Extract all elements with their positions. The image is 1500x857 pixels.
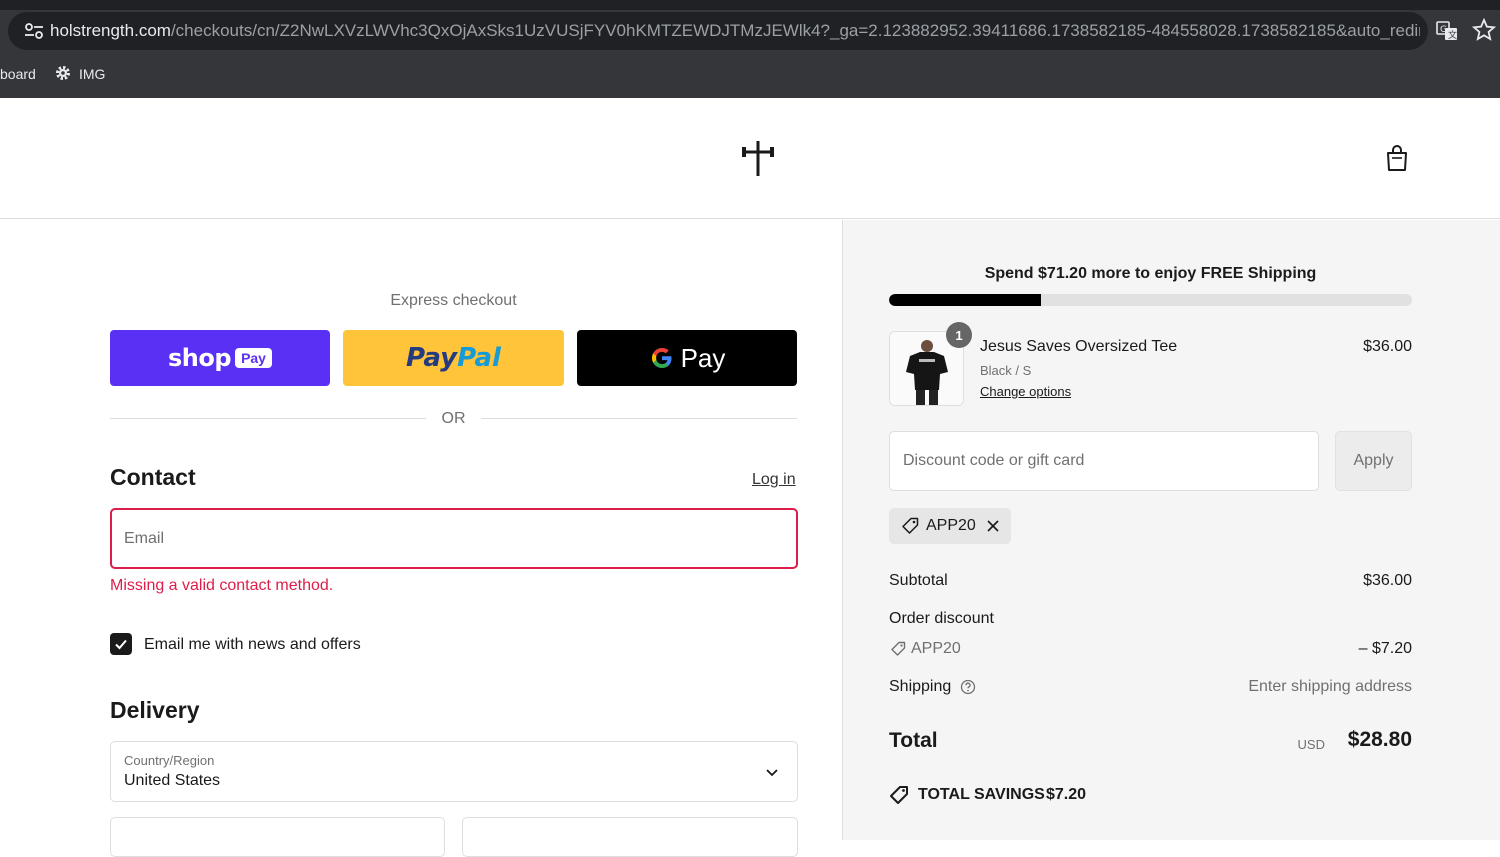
shop-pay-pill: Pay (235, 348, 272, 368)
email-error-message: Missing a valid contact method. (110, 577, 334, 594)
total-savings-value: $7.20 (1046, 786, 1087, 803)
product-variant: Black / S (980, 363, 1032, 378)
country-value: United States (124, 772, 221, 789)
quantity-badge: 1 (946, 322, 972, 348)
browser-chrome: holstrength.com/checkouts/cn/Z2NwLXVzLWV… (0, 0, 1500, 98)
address-bar[interactable]: holstrength.com/checkouts/cn/Z2NwLXVzLWV… (8, 12, 1428, 50)
discount-code-input[interactable] (889, 431, 1319, 491)
shipping-value: Enter shipping address (1248, 678, 1412, 695)
contact-heading: Contact (110, 464, 196, 490)
url-path: /checkouts/cn/Z2NwLXVzLWVhc3QxOjAxSks1Uz… (170, 21, 1420, 40)
order-summary: Spend $71.20 more to enjoy FREE Shipping… (842, 220, 1500, 840)
bookmark-board[interactable]: board (0, 66, 36, 82)
express-checkout-title: Express checkout (390, 292, 517, 309)
svg-text:文: 文 (1448, 29, 1457, 41)
last-name-field[interactable] (462, 817, 798, 857)
subtotal-value: $36.00 (1363, 572, 1412, 589)
applied-discount-chip: APP20 (889, 508, 1011, 544)
translate-icon[interactable]: G 文 (1436, 20, 1458, 42)
country-label: Country/Region (124, 753, 215, 768)
product-name: Jesus Saves Oversized Tee (980, 338, 1178, 355)
bookmarks-bar: board IMG (0, 60, 1500, 90)
free-shipping-progress-fill (889, 294, 1041, 306)
or-divider: OR (110, 408, 797, 430)
chevron-down-icon (766, 769, 778, 777)
total-savings-label: TOTAL SAVINGS (918, 786, 1045, 803)
tab-strip (0, 0, 1500, 10)
google-pay-wordmark: Pay (680, 342, 726, 373)
total-currency: USD (1297, 737, 1325, 752)
google-g-icon (651, 348, 672, 368)
subtotal-label: Subtotal (889, 572, 948, 589)
shop-pay-button[interactable]: shop Pay (110, 330, 330, 386)
url-host: holstrength.com (50, 21, 171, 40)
savings-tag-icon (890, 786, 908, 804)
free-shipping-progress (889, 294, 1412, 306)
applied-code-label: APP20 (926, 517, 976, 534)
remove-discount-icon[interactable] (985, 518, 1001, 534)
login-link[interactable]: Log in (752, 471, 796, 489)
apply-discount-button[interactable]: Apply (1335, 431, 1412, 491)
bookmark-img[interactable]: IMG (79, 66, 105, 82)
paypal-button[interactable]: PayPal (343, 330, 564, 386)
barbell-cross-logo[interactable] (738, 138, 778, 178)
change-options-link[interactable]: Change options (980, 384, 1071, 399)
country-select[interactable]: Country/Region United States (110, 741, 798, 802)
discount-tag-icon (891, 641, 906, 656)
help-circle-icon[interactable] (960, 679, 976, 695)
newsletter-checkbox[interactable] (110, 633, 132, 655)
paypal-wordmark: PayPal (406, 343, 501, 373)
or-text: OR (441, 410, 466, 427)
delivery-heading: Delivery (110, 697, 200, 723)
tag-icon (902, 517, 919, 534)
newsletter-label: Email me with news and offers (144, 636, 361, 653)
discount-value: – $7.20 (1358, 640, 1412, 657)
first-name-field[interactable] (110, 817, 445, 857)
product-price: $36.00 (1363, 338, 1412, 355)
order-discount-label: Order discount (889, 610, 994, 627)
shop-pay-wordmark: shop (168, 344, 232, 372)
divider-line-right (481, 418, 797, 419)
site-info-icon[interactable] (24, 22, 44, 40)
url-text[interactable]: holstrength.com/checkouts/cn/Z2NwLXVzLWV… (50, 21, 1420, 41)
discount-code-name: APP20 (911, 640, 961, 657)
google-pay-button[interactable]: Pay (577, 330, 797, 386)
checkout-form: Express checkout shop Pay PayPal Pay OR … (0, 220, 842, 857)
total-label: Total (889, 729, 938, 752)
total-amount: $28.80 (1347, 728, 1412, 751)
bookmark-star-icon[interactable] (1472, 18, 1496, 42)
checkmark-icon (115, 639, 127, 650)
gear-icon (56, 66, 70, 80)
store-header (0, 98, 1500, 219)
shopping-bag-icon[interactable] (1384, 144, 1410, 172)
email-field[interactable] (110, 508, 798, 569)
free-shipping-message: Spend $71.20 more to enjoy FREE Shipping (984, 265, 1317, 282)
shipping-label: Shipping (889, 678, 952, 695)
